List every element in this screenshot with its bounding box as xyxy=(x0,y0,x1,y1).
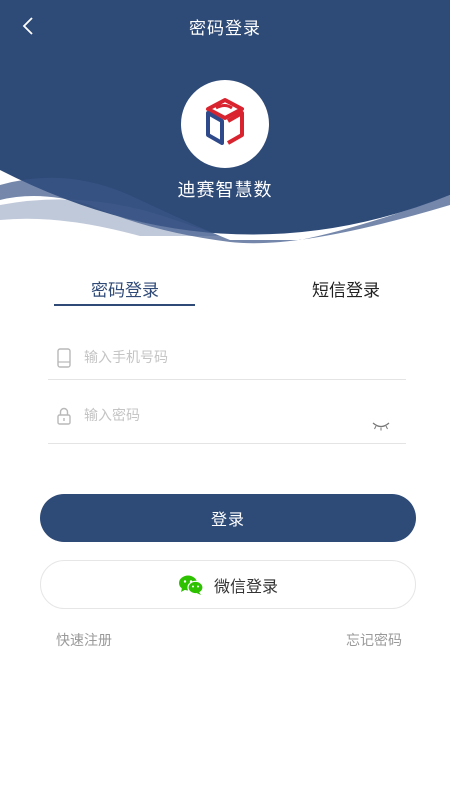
lock-icon xyxy=(57,407,71,425)
wechat-icon xyxy=(178,575,204,595)
tab-sms-login[interactable]: 短信登录 xyxy=(275,270,417,306)
app-name: 迪赛智慧数 xyxy=(177,180,273,201)
active-tab-indicator xyxy=(54,304,195,306)
password-input[interactable] xyxy=(84,402,374,430)
wechat-login-button[interactable]: 微信登录 xyxy=(40,560,416,609)
wechat-login-label: 微信登录 xyxy=(213,576,278,596)
eye-closed-icon[interactable] xyxy=(371,420,391,432)
header-banner: 密码登录 迪赛智慧数 xyxy=(0,0,450,245)
login-button[interactable]: 登录 xyxy=(40,494,416,542)
quick-register-link[interactable]: 快速注册 xyxy=(56,630,112,650)
forgot-password-link[interactable]: 忘记密码 xyxy=(346,630,402,650)
phone-input[interactable] xyxy=(84,344,374,372)
phone-icon xyxy=(57,348,71,368)
password-field xyxy=(48,398,406,444)
tab-password-login[interactable]: 密码登录 xyxy=(54,270,196,306)
app-logo xyxy=(181,80,269,168)
page-title: 密码登录 xyxy=(189,19,261,39)
phone-field xyxy=(48,340,406,380)
cube-logo-icon xyxy=(206,98,244,145)
